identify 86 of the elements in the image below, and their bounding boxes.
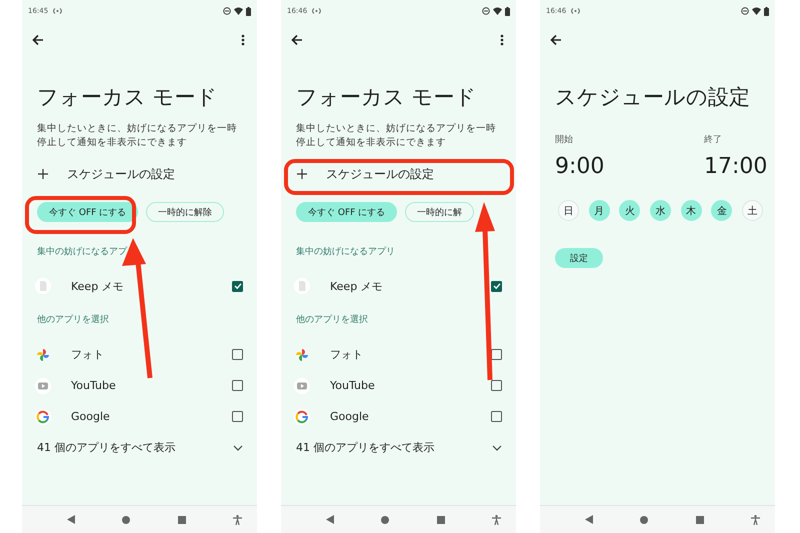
show-all-apps-link[interactable]: 41 個のアプリをすべて表示 [37, 440, 233, 455]
app-name: Keep メモ [330, 278, 384, 294]
play-icon [35, 378, 51, 394]
action-button[interactable]: 今すぐ OFF にする [37, 202, 138, 222]
checkbox[interactable] [491, 380, 502, 391]
page-title: スケジュールの設定 [555, 84, 751, 110]
accessibility-icon[interactable] [750, 514, 760, 524]
action-button[interactable]: 今すぐ OFF にする [296, 202, 398, 222]
page-title: フォーカス モード [37, 84, 219, 110]
section-heading: 他のアプリを選択 [37, 314, 110, 326]
schedule-setting-item[interactable]: スケジュールの設定 [281, 158, 516, 190]
save-button[interactable]: 設定 [555, 248, 603, 268]
checkbox[interactable] [491, 349, 502, 360]
pinwheel-icon [35, 346, 51, 362]
app-name: Keep メモ [71, 278, 125, 294]
section-heading: 集中の妨げになるアプリ [296, 246, 396, 258]
accessibility-icon[interactable] [492, 514, 501, 524]
weekday-toggle[interactable]: 火 [619, 200, 640, 221]
start-time[interactable]: 9:00 [555, 153, 704, 181]
weekday-toggle[interactable]: 月 [588, 200, 610, 221]
back-arrow-icon[interactable] [550, 34, 562, 46]
page-title: フォーカス モード [296, 84, 478, 110]
section-heading: 集中の妨げになるアプ [37, 246, 128, 258]
action-button[interactable]: 一時的に解 [405, 202, 474, 222]
app-name: YouTube [330, 379, 376, 392]
back-arrow-icon[interactable] [291, 34, 303, 46]
play-icon [294, 378, 310, 394]
back-arrow-icon[interactable] [32, 34, 44, 46]
home-icon[interactable] [640, 516, 648, 524]
back-icon[interactable] [67, 515, 75, 524]
signal-icon [53, 8, 62, 14]
do-not-disturb-icon [741, 7, 749, 15]
start-label: 開始 [555, 134, 574, 146]
signal-icon [312, 8, 322, 14]
weekday-toggle[interactable]: 金 [711, 200, 732, 221]
action-button[interactable]: 一時的に解除 [146, 202, 224, 222]
do-not-disturb-icon [223, 7, 231, 15]
schedule-setting-item[interactable]: スケジュールの設定 [22, 158, 257, 190]
back-icon[interactable] [326, 515, 334, 524]
app-name: フォト [71, 347, 105, 362]
home-icon[interactable] [381, 516, 390, 524]
recents-icon[interactable] [696, 516, 704, 524]
checkbox[interactable] [491, 280, 502, 292]
battery-icon [764, 6, 769, 16]
checkbox[interactable] [232, 411, 243, 422]
weekday-toggle[interactable]: 土 [742, 200, 763, 221]
show-all-apps-link[interactable]: 41 個のアプリをすべて表示 [296, 440, 492, 455]
wifi-icon [752, 7, 761, 15]
app-name: Google [71, 410, 111, 423]
pinwheel-icon [294, 346, 310, 362]
do-not-disturb-icon [482, 7, 490, 15]
checkbox[interactable] [232, 380, 243, 391]
more-options-icon[interactable] [241, 34, 245, 46]
home-icon[interactable] [122, 516, 130, 524]
section-heading: 他のアプリを選択 [296, 314, 369, 326]
description-text: 集中したいときに、妨げになるアプリを一時停止して通知を非表示にできます [37, 122, 238, 150]
document-icon [294, 278, 310, 294]
weekday-toggle[interactable]: 水 [650, 200, 671, 221]
wifi-icon [234, 7, 243, 15]
chevron-down-icon[interactable] [492, 444, 502, 450]
recents-icon[interactable] [436, 516, 445, 524]
app-name: YouTube [71, 379, 117, 392]
back-icon[interactable] [585, 515, 593, 524]
plus-icon [297, 169, 307, 179]
chevron-down-icon[interactable] [233, 444, 243, 450]
plus-icon [38, 169, 48, 179]
checkbox[interactable] [491, 411, 502, 422]
checkbox[interactable] [232, 280, 243, 292]
multicolor-ring-icon [35, 408, 51, 424]
accessibility-icon[interactable] [232, 514, 242, 524]
end-label: 終了 [704, 134, 723, 146]
document-icon [35, 278, 51, 294]
signal-icon [571, 8, 580, 14]
multicolor-ring-icon [294, 408, 310, 424]
battery-icon [505, 6, 510, 16]
weekday-toggle[interactable]: 日 [558, 200, 579, 221]
description-text: 集中したいときに、妨げになるアプリを一時停止して通知を非表示にできます [296, 122, 497, 150]
weekday-toggle[interactable]: 木 [680, 200, 702, 221]
wifi-icon [493, 7, 502, 15]
end-time[interactable]: 17:00 [704, 153, 768, 181]
app-name: フォト [330, 347, 364, 362]
checkbox[interactable] [232, 349, 243, 360]
app-name: Google [330, 410, 370, 423]
battery-icon [246, 6, 251, 16]
more-options-icon[interactable] [500, 34, 504, 46]
recents-icon[interactable] [178, 516, 186, 524]
